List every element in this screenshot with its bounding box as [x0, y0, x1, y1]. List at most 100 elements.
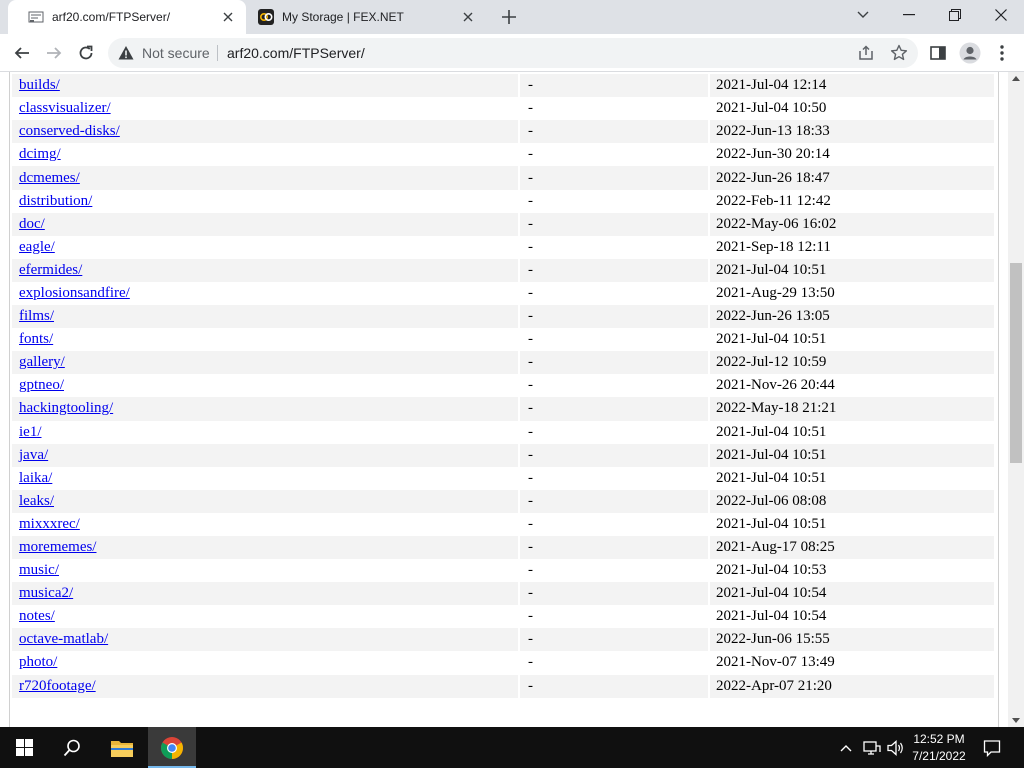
- size-cell: -: [528, 146, 533, 163]
- modified-cell: 2021-Sep-18 12:11: [716, 238, 831, 255]
- arrow-left-icon: [14, 47, 29, 59]
- table-row: notes/ - 2021-Jul-04 10:54: [12, 605, 994, 628]
- folder-link[interactable]: notes/: [19, 608, 55, 624]
- folder-link[interactable]: music/: [19, 562, 59, 578]
- vertical-scrollbar[interactable]: [1008, 72, 1024, 727]
- table-row: r720footage/ -2022-Apr-07 21:20: [12, 674, 994, 698]
- fex-favicon-icon: [258, 9, 274, 25]
- minimize-button[interactable]: [886, 0, 932, 30]
- restore-button[interactable]: [932, 0, 978, 30]
- modified-cell: 2022-Apr-07 21:20: [710, 674, 994, 698]
- modified-cell: 2021-Jul-04 10:50: [716, 100, 827, 117]
- folder-link[interactable]: films/: [19, 308, 54, 324]
- url-text[interactable]: arf20.com/FTPServer/: [227, 45, 365, 61]
- chrome-button[interactable]: [148, 727, 196, 768]
- scroll-up-icon[interactable]: [1012, 76, 1020, 81]
- scroll-down-icon[interactable]: [1012, 718, 1020, 723]
- name-cell: r720footage/: [12, 674, 518, 698]
- file-explorer-button[interactable]: [98, 727, 146, 768]
- folder-link[interactable]: mixxxrec/: [19, 516, 80, 532]
- folder-link[interactable]: dcimg/: [19, 146, 61, 162]
- folder-link[interactable]: morememes/: [19, 539, 96, 555]
- forward-button[interactable]: [38, 37, 70, 69]
- folder-link[interactable]: hackingtooling/: [19, 400, 113, 416]
- bookmark-star-icon[interactable]: [890, 44, 908, 65]
- folder-link[interactable]: doc/: [19, 216, 45, 232]
- address-bar[interactable]: Not secure arf20.com/FTPServer/: [108, 38, 918, 68]
- side-panel-button[interactable]: [922, 37, 954, 69]
- size-cell: -: [520, 535, 708, 560]
- browser-toolbar: Not secure arf20.com/FTPServer/: [0, 34, 1024, 72]
- modified-cell: 2021-Jul-04 10:54: [716, 608, 827, 625]
- system-clock[interactable]: 12:52 PM 7/21/2022: [908, 731, 970, 765]
- name-cell: efermides/: [12, 258, 518, 282]
- start-button[interactable]: [0, 727, 48, 768]
- profile-button[interactable]: [954, 37, 986, 69]
- clock-time: 12:52 PM: [913, 732, 965, 746]
- tab-close-icon[interactable]: [460, 9, 476, 25]
- back-button[interactable]: [6, 37, 38, 69]
- folder-link[interactable]: dcmemes/: [19, 170, 80, 186]
- tab-ftpserver[interactable]: arf20.com/FTPServer/: [8, 0, 246, 34]
- folder-link[interactable]: musica2/: [19, 585, 73, 601]
- folder-link[interactable]: java/: [19, 447, 48, 463]
- notification-button[interactable]: [976, 727, 1008, 768]
- folder-link[interactable]: fonts/: [19, 331, 53, 347]
- size-cell: -: [520, 258, 708, 282]
- tab-search-button[interactable]: [840, 0, 886, 30]
- name-cell: films/: [12, 305, 518, 329]
- folder-link[interactable]: laika/: [19, 470, 52, 486]
- show-hidden-icons-button[interactable]: [836, 727, 856, 768]
- name-cell: eagle/: [12, 236, 518, 259]
- new-tab-button[interactable]: [498, 6, 520, 28]
- size-cell: -: [528, 515, 533, 532]
- modified-cell: 2022-Jun-26 18:47: [710, 166, 994, 190]
- size-cell: -: [528, 423, 533, 440]
- close-window-button[interactable]: [978, 0, 1024, 30]
- folder-link[interactable]: photo/: [19, 654, 57, 670]
- folder-link[interactable]: distribution/: [19, 193, 92, 209]
- name-cell: notes/: [12, 605, 518, 628]
- ftp-favicon-icon: [28, 9, 44, 25]
- folder-link[interactable]: r720footage/: [19, 678, 96, 694]
- share-icon[interactable]: [858, 45, 874, 64]
- reload-button[interactable]: [70, 37, 102, 69]
- scrollbar-thumb[interactable]: [1010, 263, 1022, 463]
- chrome-icon: [161, 736, 183, 759]
- name-cell: dcmemes/: [12, 166, 518, 190]
- folder-link[interactable]: classvisualizer/: [19, 100, 111, 116]
- folder-link[interactable]: gallery/: [19, 354, 65, 370]
- volume-button[interactable]: [884, 727, 908, 768]
- tab-my-storage[interactable]: My Storage | FEX.NET: [246, 0, 486, 34]
- notification-icon: [983, 739, 1001, 757]
- modified-cell: 2021-Aug-29 13:50: [716, 284, 835, 301]
- table-row: fonts/ - 2021-Jul-04 10:51: [12, 328, 994, 351]
- warning-icon[interactable]: [118, 45, 134, 61]
- folder-link[interactable]: octave-matlab/: [19, 631, 108, 647]
- table-row: films/ -2022-Jun-26 13:05: [12, 305, 994, 329]
- folder-link[interactable]: eagle/: [19, 239, 55, 255]
- folder-link[interactable]: ie1/: [19, 424, 42, 440]
- folder-link[interactable]: explosionsandfire/: [19, 285, 130, 301]
- folder-link[interactable]: efermides/: [19, 262, 82, 278]
- modified-cell: 2021-Nov-26 20:44: [716, 377, 835, 394]
- table-row: builds/ -2021-Jul-04 12:14: [12, 74, 994, 98]
- security-label[interactable]: Not secure: [142, 45, 210, 61]
- clock-date: 7/21/2022: [912, 749, 966, 763]
- network-button[interactable]: [860, 727, 884, 768]
- folder-link[interactable]: builds/: [19, 77, 60, 93]
- start-icon: [15, 739, 33, 756]
- size-cell: -: [520, 628, 708, 652]
- size-cell: -: [528, 562, 533, 579]
- table-row: eagle/ - 2021-Sep-18 12:11: [12, 236, 994, 259]
- folder-link[interactable]: conserved-disks/: [19, 123, 120, 139]
- search-button[interactable]: [48, 727, 96, 768]
- folder-link[interactable]: leaks/: [19, 493, 54, 509]
- size-cell: -: [520, 489, 708, 513]
- size-cell: -: [520, 212, 708, 236]
- volume-icon: [887, 739, 903, 756]
- folder-link[interactable]: gptneo/: [19, 377, 64, 393]
- plus-icon: [502, 10, 516, 24]
- menu-button[interactable]: [986, 37, 1018, 69]
- tab-close-icon[interactable]: [220, 9, 236, 25]
